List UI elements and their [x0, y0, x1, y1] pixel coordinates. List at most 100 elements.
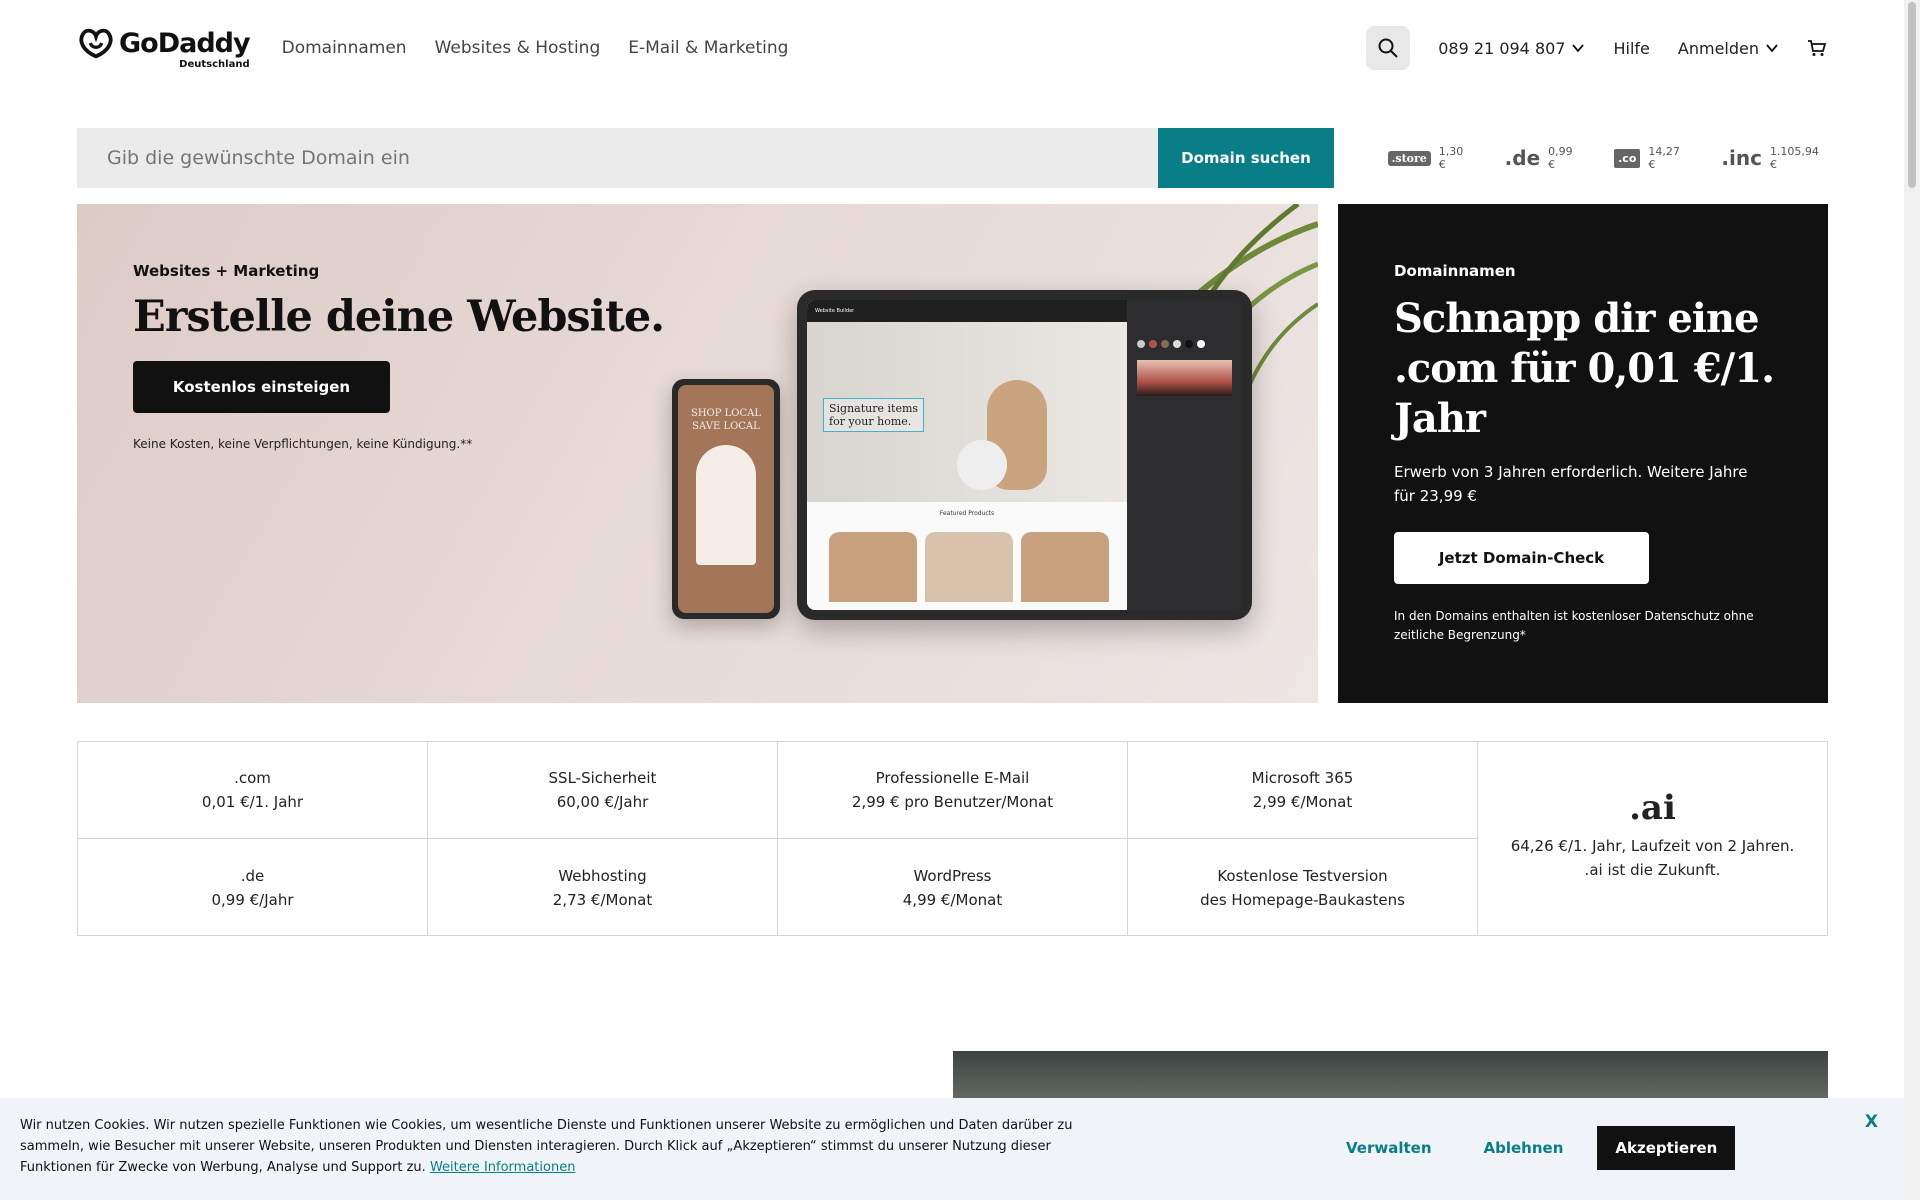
product-cell-microsoft365[interactable]: Microsoft 365 2,99 €/Monat [1128, 742, 1478, 839]
decline-cookies-button[interactable]: Ablehnen [1458, 1126, 1590, 1170]
product-cell-ai[interactable]: .ai 64,26 €/1. Jahr, Laufzeit von 2 Jahr… [1478, 742, 1827, 936]
nav-websites-hosting[interactable]: Websites & Hosting [435, 38, 601, 58]
product-title: Webhosting [558, 866, 647, 885]
color-swatch [1137, 340, 1145, 348]
tld-price: 0,99 € [1548, 145, 1573, 171]
color-swatch [1197, 340, 1205, 348]
header-actions: 089 21 094 807 Hilfe Anmelden [1366, 26, 1827, 70]
godaddy-logo-icon [79, 28, 113, 58]
product-grid: .com 0,01 €/1. Jahr SSL-Sicherheit 60,00 €… [77, 741, 1828, 936]
product-title: .de [240, 866, 265, 885]
domain-search-input[interactable] [77, 128, 1159, 188]
accept-cookies-button[interactable]: Akzeptieren [1597, 1126, 1736, 1170]
co-tld-icon: .co [1614, 148, 1641, 168]
product-title: Kostenlose Testversion [1217, 866, 1388, 885]
color-swatch [1173, 340, 1181, 348]
product-thumbnail [829, 532, 917, 602]
color-picker [1137, 360, 1232, 396]
phone-number: 089 21 094 807 [1438, 38, 1566, 58]
color-swatch [1149, 340, 1157, 348]
product-price: des Homepage-Baukastens [1200, 890, 1405, 909]
product-price: 4,99 €/Monat [902, 890, 1003, 909]
product-thumbnails [829, 532, 1109, 602]
domain-search-button[interactable]: Domain suchen [1158, 128, 1334, 188]
tld-prices: .store 1,30 € .de 0,99 € .co 14,27 € .in… [1387, 145, 1828, 171]
promo-note: In den Domains enthalten ist kostenloser… [1394, 609, 1754, 642]
tld-co[interactable]: .co 14,27 € [1614, 145, 1689, 171]
cookie-actions: Verwalten Ablehnen Akzeptieren [1320, 1126, 1736, 1170]
callout-line: for your home. [829, 415, 912, 428]
login-dropdown[interactable]: Anmelden [1678, 39, 1779, 58]
promo-subtitle: Erwerb von 3 Jahren erforderlich. Weiter… [1394, 463, 1748, 505]
tablet-screen: Website Builder Signature items for your… [807, 300, 1242, 610]
product-cell-com[interactable]: .com 0,01 €/1. Jahr [78, 742, 428, 839]
domain-promo: Domainnamen Schnapp dir eine .com für 0,… [1338, 204, 1828, 703]
product-thumbnail [1021, 532, 1109, 602]
product-price: 60,00 €/Jahr [556, 793, 649, 811]
cart-button[interactable] [1807, 39, 1827, 57]
phone-slogan-line: SAVE LOCAL [692, 421, 760, 432]
phone-dropdown[interactable]: 089 21 094 807 [1438, 39, 1585, 58]
close-icon[interactable]: X [1865, 1112, 1878, 1132]
store-tld-icon: .store [1387, 150, 1431, 166]
help-link[interactable]: Hilfe [1613, 39, 1649, 58]
product-title: .com [234, 769, 271, 787]
product-price: 2,99 €/Monat [1252, 793, 1353, 811]
product-title: SSL-Sicherheit [548, 769, 657, 787]
scrollbar-thumb[interactable] [1908, 2, 1916, 188]
nav-email-marketing[interactable]: E-Mail & Marketing [628, 38, 788, 58]
product-cell-website-builder-trial[interactable]: Kostenlose Testversion des Homepage-Bauka… [1128, 839, 1478, 936]
color-swatch [1161, 340, 1169, 348]
login-label: Anmelden [1677, 38, 1759, 58]
product-price: 0,99 €/Jahr [211, 890, 294, 909]
search-icon [1378, 38, 1398, 58]
manage-cookies-button[interactable]: Verwalten [1320, 1126, 1458, 1170]
bowl-image [957, 440, 1007, 490]
product-cell-webhosting[interactable]: Webhosting 2,73 €/Monat [428, 839, 778, 936]
tld-price: 1.105,94 € [1769, 145, 1819, 171]
ai-domain-mark: .ai [1629, 788, 1676, 828]
phone-slogan: SHOP LOCAL SAVE LOCAL [678, 407, 774, 433]
chevron-down-icon [1766, 44, 1778, 53]
ai-tagline: .ai ist die Zukunft. [1584, 861, 1721, 879]
product-title: Microsoft 365 [1251, 769, 1354, 787]
more-info-link[interactable]: Weitere Informationen [430, 1160, 575, 1175]
tld-inc[interactable]: .inc 1.105,94 € [1721, 145, 1828, 171]
builder-side-panel [1127, 300, 1242, 610]
phone-screen: SHOP LOCAL SAVE LOCAL [678, 385, 774, 613]
de-tld-icon: .de [1504, 146, 1541, 170]
cookie-banner: Wir nutzen Cookies. Wir nutzen spezielle… [0, 1098, 1904, 1200]
logo-subtitle: Deutschland [179, 58, 250, 70]
product-cell-email[interactable]: Professionelle E-Mail 2,99 € pro Benutzer… [778, 742, 1128, 839]
help-label: Hilfe [1613, 38, 1650, 58]
hero-title: Erstelle deine Website. [133, 292, 665, 342]
site-header: GoDaddy Deutschland Domainnamen Websites… [0, 0, 1904, 96]
logo-text: GoDaddy [119, 28, 251, 59]
promo-eyebrow: Domainnamen [1394, 262, 1516, 280]
promo-title: Schnapp dir eine .com für 0,01 €/1. Jahr [1394, 295, 1775, 442]
hero-note: Keine Kosten, keine Verpflichtungen, kei… [133, 437, 473, 451]
color-swatches [1137, 340, 1232, 348]
phone-mockup: SHOP LOCAL SAVE LOCAL [672, 379, 780, 619]
get-started-free-button[interactable]: Kostenlos einsteigen [133, 361, 390, 413]
nav-domainnamen[interactable]: Domainnamen [282, 38, 407, 58]
page-scrollbar[interactable] [1904, 0, 1920, 1200]
godaddy-logo[interactable]: GoDaddy Deutschland [77, 27, 251, 70]
product-cell-wordpress[interactable]: WordPress 4,99 €/Monat [778, 839, 1128, 936]
phone-arch-image [696, 445, 756, 565]
tld-store[interactable]: .store 1,30 € [1387, 145, 1473, 171]
product-price: 2,99 € pro Benutzer/Monat [851, 793, 1054, 811]
search-button[interactable] [1366, 26, 1411, 70]
product-cell-de[interactable]: .de 0,99 €/Jahr [78, 839, 428, 936]
chevron-down-icon [1572, 44, 1585, 53]
product-cell-ssl[interactable]: SSL-Sicherheit 60,00 €/Jahr [428, 742, 778, 839]
tld-de[interactable]: .de 0,99 € [1505, 145, 1582, 171]
product-thumbnail [925, 532, 1013, 602]
product-title: Professionelle E-Mail [875, 769, 1030, 787]
featured-products-title: Featured Products [939, 510, 995, 517]
website-hero: Websites + Marketing Erstelle deine Webs… [77, 204, 1318, 703]
ai-price: 64,26 €/1. Jahr, Laufzeit von 2 Jahren. [1510, 837, 1795, 855]
color-swatch [1185, 340, 1193, 348]
tablet-mockup: Website Builder Signature items for your… [797, 290, 1252, 620]
domain-check-button[interactable]: Jetzt Domain-Check [1394, 532, 1649, 584]
